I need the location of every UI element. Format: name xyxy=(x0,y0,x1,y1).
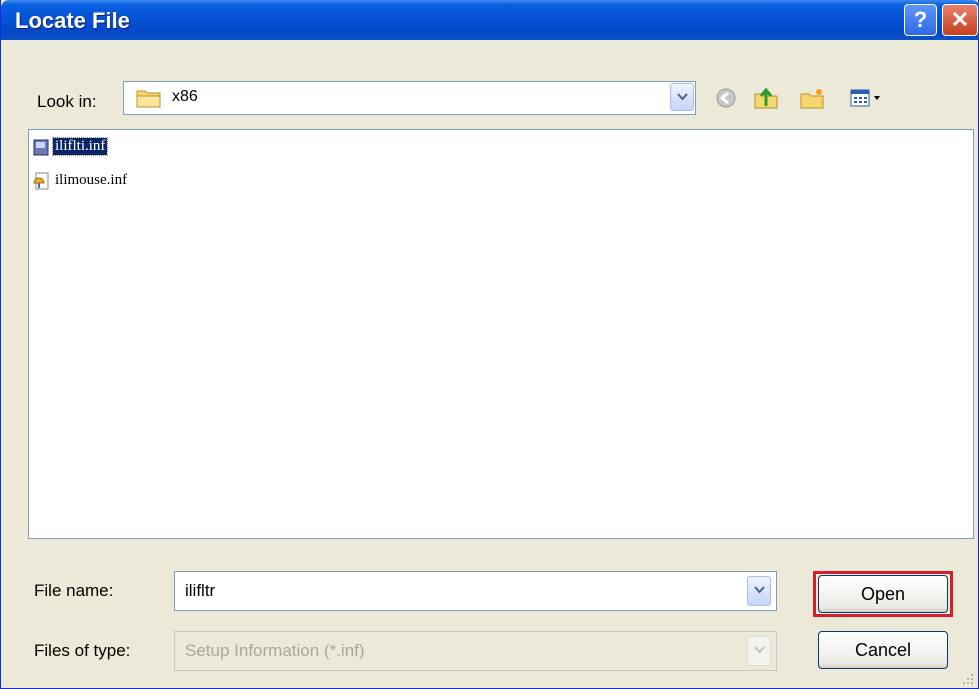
files-of-type-dropdown-button[interactable] xyxy=(747,636,771,666)
open-button[interactable]: Open xyxy=(818,575,948,613)
resize-grip-icon[interactable] xyxy=(961,672,975,686)
look-in-label: Look in: xyxy=(37,92,97,111)
inf-file-icon xyxy=(33,139,49,156)
cancel-button[interactable]: Cancel xyxy=(818,631,948,669)
chevron-down-icon xyxy=(754,646,765,654)
look-in-value: x86 xyxy=(172,88,198,105)
back-icon[interactable] xyxy=(713,86,739,110)
look-in-dropdown-button[interactable] xyxy=(670,83,694,111)
file-list[interactable]: iliflti.inf ilimouse.inf xyxy=(28,129,974,539)
chevron-down-icon xyxy=(677,93,688,101)
chevron-down-icon xyxy=(754,586,765,594)
file-name-dropdown-button[interactable] xyxy=(747,576,771,606)
up-folder-icon[interactable] xyxy=(753,86,779,110)
files-of-type-combo[interactable]: Setup Information (*.inf) xyxy=(174,631,777,671)
look-in-combo[interactable]: x86 xyxy=(123,81,696,115)
dialog-title: Locate File xyxy=(15,8,130,33)
file-name-label: iliflti.inf xyxy=(51,137,109,156)
close-button[interactable]: ✕ xyxy=(942,4,978,36)
folder-icon xyxy=(136,90,161,108)
help-button[interactable]: ? xyxy=(904,4,937,36)
files-of-type-value: Setup Information (*.inf) xyxy=(185,641,365,660)
files-of-type-label: Files of type: xyxy=(34,641,131,660)
setup-file-icon xyxy=(33,172,49,190)
view-menu-icon[interactable] xyxy=(847,86,887,110)
file-name-input[interactable]: ilifltr xyxy=(185,581,215,601)
file-name-combo[interactable]: ilifltr xyxy=(174,571,777,611)
title-bar[interactable]: Locate File ? ✕ xyxy=(1,0,979,40)
locate-file-dialog: Locate File ? ✕ Look in: x86 iliflti.inf… xyxy=(0,0,979,689)
file-name-label: ilimouse.inf xyxy=(55,172,128,188)
file-name-label: File name: xyxy=(34,581,114,600)
new-folder-icon[interactable] xyxy=(799,86,825,110)
